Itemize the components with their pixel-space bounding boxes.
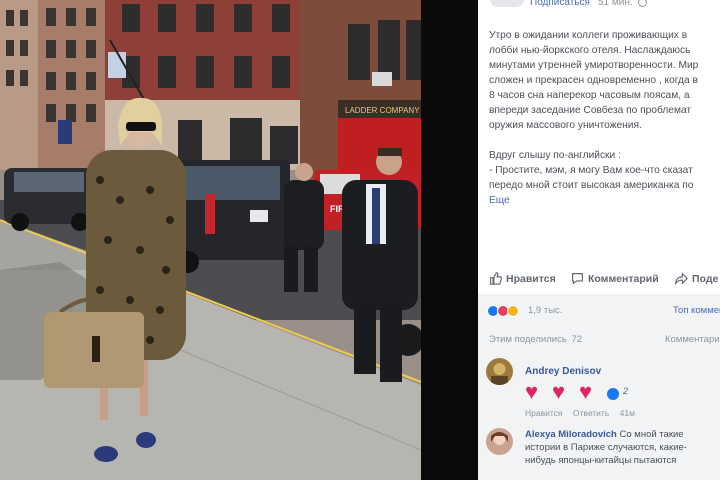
speech-bubble-icon xyxy=(572,273,583,285)
comment-time[interactable]: 41м xyxy=(620,408,635,418)
avatar[interactable] xyxy=(486,358,513,385)
comment-button[interactable]: Комментарий xyxy=(571,272,659,285)
shares-label[interactable]: Этим поделились xyxy=(489,334,567,345)
share-label: Поде xyxy=(692,273,719,285)
post-line: 8 часов сна наперекор часовым поясам, а xyxy=(489,90,690,101)
comments-count-label[interactable]: Комментари xyxy=(665,334,720,345)
like-button[interactable]: Нравится xyxy=(489,272,556,285)
avatar[interactable] xyxy=(486,428,513,455)
post-line: сложен и прекрасен одновременно , когда … xyxy=(489,75,698,86)
like-label: Нравится xyxy=(506,273,556,285)
heart-emoji-row: ♥ ♥ ♥ 2 xyxy=(525,379,628,404)
post-line: - Простите, мэм, я могу Вам кое-что сказ… xyxy=(489,165,693,176)
shares-count[interactable]: 72 xyxy=(571,334,582,345)
post-line: впереди заседание Совбеза по проблемат xyxy=(489,105,692,116)
see-more-link[interactable]: Еще xyxy=(489,195,510,206)
haha-reaction-icon xyxy=(507,305,519,317)
post-actions: Нравится Комментарий Поде xyxy=(478,264,720,294)
thumbs-up-icon xyxy=(490,272,503,285)
globe-icon xyxy=(638,0,647,7)
comment-author[interactable]: Alexya Miloradovich xyxy=(525,429,617,440)
share-button[interactable]: Поде xyxy=(675,272,719,286)
heart-icon: ♥ xyxy=(525,379,539,404)
post-line: оружия массового уничтожения. xyxy=(489,120,642,131)
top-comments-filter[interactable]: Топ коммент xyxy=(673,305,720,316)
post-line: передо мной стоит высокая американка по xyxy=(489,180,694,191)
heart-icon: ♥ xyxy=(579,379,593,404)
post-text: Утро в ожидании коллеги проживающих в ло… xyxy=(489,28,720,208)
comment-reply-link[interactable]: Ответить xyxy=(573,408,609,418)
post-line: минутами утренней умиротворенности. Мир xyxy=(489,60,699,71)
author-avatar[interactable] xyxy=(490,0,524,7)
post-line: лобби нью-йоркского отеля. Наслаждаюсь xyxy=(489,45,691,56)
reactions-count[interactable]: 1,9 тыс. xyxy=(528,305,562,316)
street-photo: LADDER COMPANY FIRE xyxy=(0,0,421,480)
comment-like-link[interactable]: Нравится xyxy=(525,408,563,418)
post-line: Вдруг слышу по-английски : xyxy=(489,150,621,161)
comment-text: Alexya Miloradovich Со мной такие истори… xyxy=(525,428,687,467)
subscribe-link[interactable]: Подписаться xyxy=(530,0,590,8)
comment-line: нибудь японцы-китайцы пытаются xyxy=(525,455,677,466)
badge-count[interactable]: 2 xyxy=(623,386,628,396)
comment-line: Со мной такие xyxy=(619,429,684,440)
post-line: Утро в ожидании коллеги проживающих в xyxy=(489,30,688,41)
comment-line: истории в Париже случаются, какие- xyxy=(525,442,687,453)
comments-section: 1,9 тыс. Топ коммент Этим поделились 72 … xyxy=(478,294,720,480)
comment-label: Комментарий xyxy=(588,273,659,285)
black-separator xyxy=(421,0,478,480)
ladder-company-sign: LADDER COMPANY xyxy=(345,106,420,115)
post-timestamp[interactable]: 51 мин. xyxy=(598,0,633,8)
facebook-post: Подписаться 51 мин. Утро в ожидании колл… xyxy=(478,0,720,480)
heart-icon: ♥ xyxy=(552,379,566,404)
post-header: Подписаться 51 мин. xyxy=(478,0,720,11)
reactions-summary[interactable]: 1,9 тыс. Топ коммент xyxy=(487,304,720,320)
share-arrow-icon xyxy=(675,272,688,286)
like-badge-icon xyxy=(607,388,619,400)
shares-summary: Этим поделились 72 Комментари xyxy=(489,334,720,345)
comment-actions: Нравится Ответить 41м xyxy=(525,408,635,418)
comment-author[interactable]: Andrey Denisov xyxy=(525,366,601,377)
